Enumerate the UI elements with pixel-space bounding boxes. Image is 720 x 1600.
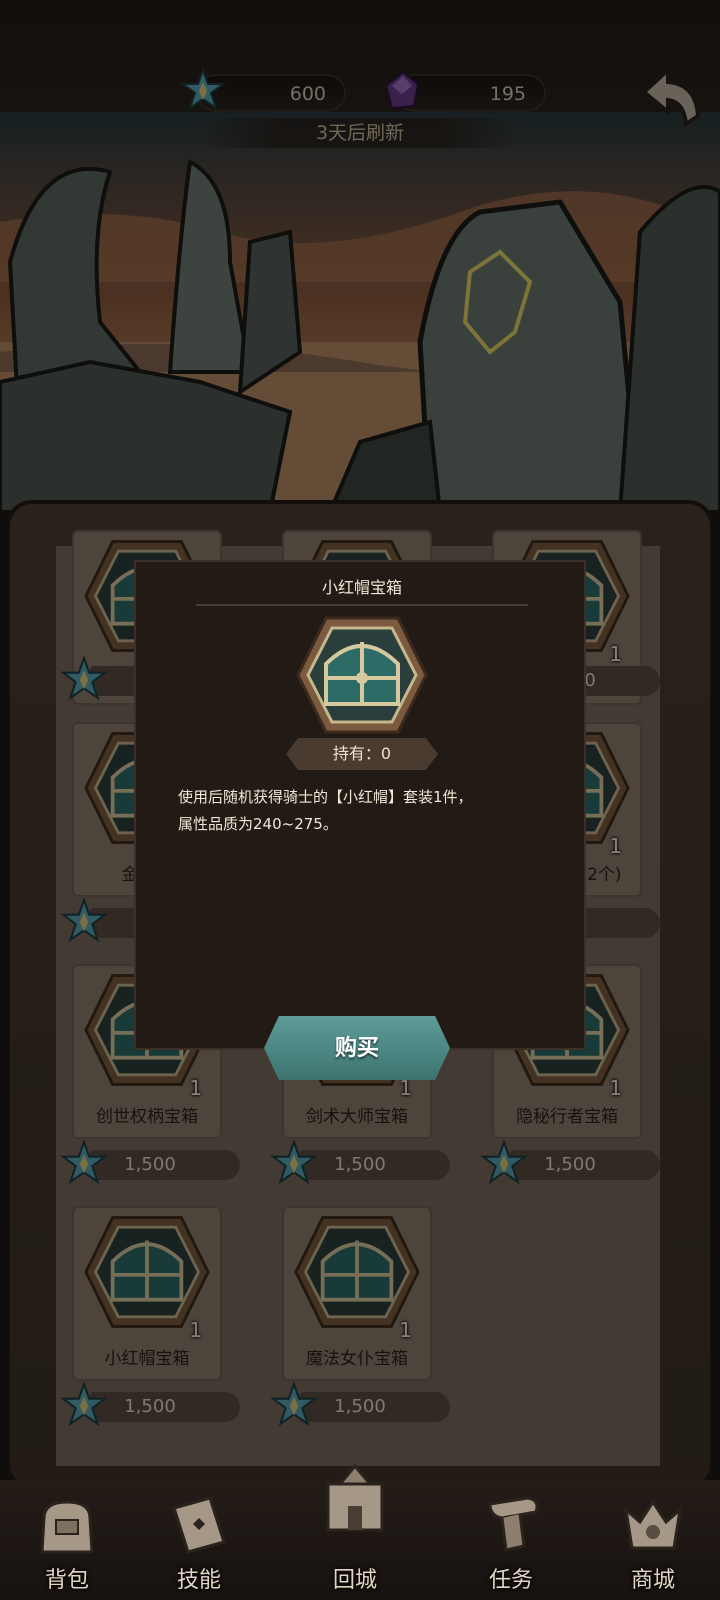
buy-button[interactable]: 购买 [264, 1016, 450, 1080]
modal-title: 小红帽宝箱 [321, 578, 402, 597]
item-description-line2: 属性品质为240~275。 [178, 815, 338, 833]
castle-icon [326, 1463, 384, 1532]
shop-crown-icon [623, 1499, 683, 1550]
skill-book-icon [172, 1496, 226, 1554]
modal-divider [196, 604, 528, 606]
owned-count-badge: 持有：0 [286, 738, 438, 770]
item-description: 使用后随机获得骑士的【小红帽】套装1件， 属性品质为240~275。 [178, 784, 548, 838]
nav-bag[interactable]: 背包 [12, 1480, 122, 1600]
nav-skill-label: 技能 [176, 1568, 221, 1593]
nav-shop-label: 商城 [630, 1568, 675, 1593]
buy-button-label: 购买 [334, 1035, 379, 1060]
bottom-nav: 背包 技能 回城 任务 商城 [0, 1463, 720, 1600]
bag-icon [40, 1500, 94, 1554]
chest-icon [296, 616, 428, 734]
nav-bag-label: 背包 [44, 1568, 89, 1593]
item-detail-modal: 小红帽宝箱 持有：0 使用后随机获得骑士的【小红帽】套装1件， 属性品质为240… [134, 560, 586, 1050]
nav-city[interactable]: 回城 [300, 1463, 410, 1600]
nav-task-label: 任务 [488, 1568, 533, 1593]
nav-skill[interactable]: 技能 [144, 1480, 254, 1600]
scroll-icon [488, 1496, 539, 1552]
nav-city-label: 回城 [332, 1568, 377, 1593]
nav-task[interactable]: 任务 [456, 1480, 566, 1600]
item-description-line1: 使用后随机获得骑士的【小红帽】套装1件， [178, 788, 473, 806]
nav-shop[interactable]: 商城 [598, 1480, 708, 1600]
owned-count-text: 持有：0 [332, 744, 392, 763]
